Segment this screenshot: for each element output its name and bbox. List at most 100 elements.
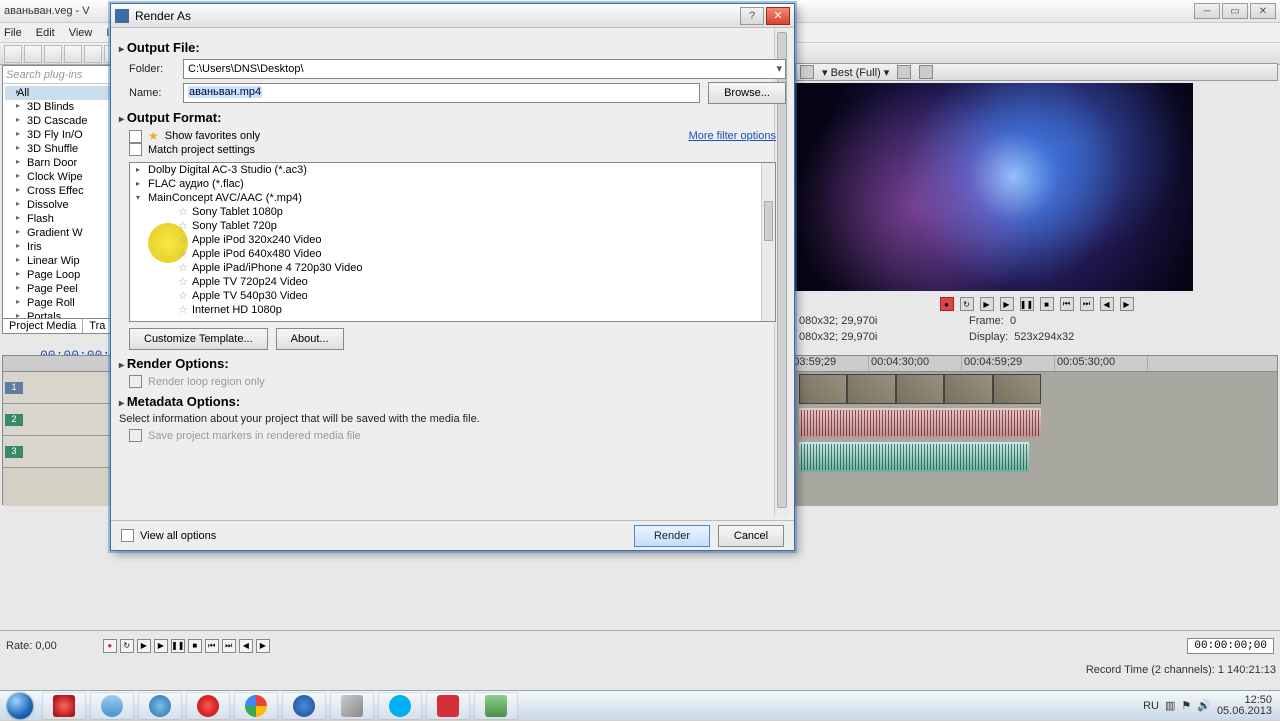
tree-item[interactable]: Gradient W [5, 226, 112, 240]
track-header-audio[interactable]: 3 [3, 436, 118, 468]
close-window-button[interactable]: ✕ [1250, 3, 1276, 19]
taskbar-app[interactable] [234, 692, 278, 720]
close-button[interactable]: ✕ [766, 7, 790, 25]
favorites-checkbox[interactable] [129, 130, 142, 143]
format-list[interactable]: Dolby Digital AC-3 Studio (*.ac3) FLAC а… [129, 162, 776, 322]
tab-transitions[interactable]: Tra [83, 319, 112, 333]
toolbar-button[interactable] [84, 45, 102, 63]
format-template[interactable]: Sony Tablet 720p [130, 219, 775, 233]
go-end-button[interactable]: ⏭ [1080, 297, 1094, 311]
taskbar-app[interactable] [138, 692, 182, 720]
taskbar-app[interactable] [378, 692, 422, 720]
format-template[interactable]: Apple TV 720p24 Video [130, 275, 775, 289]
filename-input[interactable]: аваньван.mp4 [183, 83, 700, 103]
prev-frame-button[interactable]: ◀ [239, 639, 253, 653]
play-button[interactable]: ▶ [154, 639, 168, 653]
toolbar-button[interactable] [4, 45, 22, 63]
section-metadata[interactable]: Metadata Options: [119, 394, 786, 409]
section-output-file[interactable]: Output File: [119, 40, 786, 55]
format-template[interactable]: Sony Tablet 1080p [130, 205, 775, 219]
tree-item[interactable]: Linear Wip [5, 254, 112, 268]
tray-icon[interactable]: 🔊 [1197, 699, 1211, 712]
preview-button[interactable] [800, 65, 814, 79]
tree-item[interactable]: Dissolve [5, 198, 112, 212]
more-filter-link[interactable]: More filter options [689, 130, 776, 142]
format-template[interactable]: Apple iPad/iPhone 4 720p30 Video [130, 261, 775, 275]
format-category[interactable]: MainConcept AVC/AAC (*.mp4) [130, 191, 775, 205]
tab-project-media[interactable]: Project Media [3, 319, 83, 333]
format-template[interactable]: Apple iPod 320x240 Video [130, 233, 775, 247]
search-plugins-input[interactable]: Search plug-ins [3, 66, 114, 84]
preview-quality[interactable]: Best (Full) [831, 67, 881, 79]
format-category[interactable]: Dolby Digital AC-3 Studio (*.ac3) [130, 163, 775, 177]
view-all-checkbox[interactable] [121, 529, 134, 542]
play-from-start-button[interactable]: ▶ [1000, 297, 1014, 311]
tree-item[interactable]: Iris [5, 240, 112, 254]
section-render-options[interactable]: Render Options: [119, 356, 786, 371]
play-button[interactable]: ▶ [980, 297, 994, 311]
clock[interactable]: 12:50 05.06.2013 [1217, 695, 1272, 717]
toolbar-button[interactable] [64, 45, 82, 63]
format-template[interactable]: Apple iPod 640x480 Video [130, 247, 775, 261]
language-indicator[interactable]: RU [1143, 700, 1159, 712]
toolbar-button[interactable] [24, 45, 42, 63]
about-button[interactable]: About... [276, 328, 344, 350]
tree-all[interactable]: All [5, 86, 112, 100]
prev-frame-button[interactable]: ◀ [1100, 297, 1114, 311]
go-start-button[interactable]: ⏮ [205, 639, 219, 653]
loop-button[interactable]: ↻ [120, 639, 134, 653]
toolbar-button[interactable] [44, 45, 62, 63]
tree-item[interactable]: 3D Blinds [5, 100, 112, 114]
audio-clip[interactable] [799, 408, 1041, 438]
stop-button[interactable]: ■ [1040, 297, 1054, 311]
tray-icon[interactable]: ▥ [1165, 699, 1175, 712]
pause-button[interactable]: ❚❚ [171, 639, 185, 653]
record-button[interactable]: ● [103, 639, 117, 653]
video-clip[interactable] [799, 374, 1041, 404]
dialog-title-bar[interactable]: Render As ? ✕ [111, 4, 794, 28]
match-project-checkbox[interactable] [129, 143, 142, 156]
menu-edit[interactable]: Edit [36, 27, 55, 39]
taskbar-app[interactable] [474, 692, 518, 720]
tray-icon[interactable]: ⚑ [1181, 699, 1191, 712]
tree-item[interactable]: Page Loop [5, 268, 112, 282]
taskbar-app[interactable] [330, 692, 374, 720]
help-button[interactable]: ? [740, 7, 764, 25]
start-button[interactable] [0, 691, 40, 721]
customize-template-button[interactable]: Customize Template... [129, 328, 268, 350]
preview-button[interactable] [897, 65, 911, 79]
folder-combo[interactable]: C:\Users\DNS\Desktop\ [183, 59, 786, 79]
taskbar-app[interactable] [282, 692, 326, 720]
section-output-format[interactable]: Output Format: [119, 110, 786, 125]
taskbar-app[interactable] [186, 692, 230, 720]
browse-button[interactable]: Browse... [708, 82, 786, 104]
cancel-button[interactable]: Cancel [718, 525, 784, 547]
taskbar-app[interactable] [90, 692, 134, 720]
format-template[interactable]: Internet HD 1080p [130, 303, 775, 317]
track-header-video[interactable]: 1 [3, 372, 118, 404]
taskbar-app[interactable] [42, 692, 86, 720]
tree-item[interactable]: Barn Door [5, 156, 112, 170]
record-button[interactable]: ● [940, 297, 954, 311]
maximize-button[interactable]: ▭ [1222, 3, 1248, 19]
preview-button[interactable] [919, 65, 933, 79]
tree-item[interactable]: 3D Fly In/O [5, 128, 112, 142]
taskbar-app[interactable] [426, 692, 470, 720]
next-frame-button[interactable]: ▶ [256, 639, 270, 653]
menu-view[interactable]: View [69, 27, 93, 39]
go-start-button[interactable]: ⏮ [1060, 297, 1074, 311]
audio-clip[interactable] [799, 442, 1029, 472]
go-end-button[interactable]: ⏭ [222, 639, 236, 653]
tree-item[interactable]: 3D Shuffle [5, 142, 112, 156]
tree-item[interactable]: Clock Wipe [5, 170, 112, 184]
pause-button[interactable]: ❚❚ [1020, 297, 1034, 311]
tree-item[interactable]: Cross Effec [5, 184, 112, 198]
render-button[interactable]: Render [634, 525, 710, 547]
tree-item[interactable]: 3D Cascade [5, 114, 112, 128]
minimize-button[interactable]: ─ [1194, 3, 1220, 19]
format-scrollbar[interactable] [761, 163, 775, 321]
timecode-field[interactable]: 00:00:00;00 [1187, 638, 1274, 654]
menu-file[interactable]: File [4, 27, 22, 39]
tree-item[interactable]: Page Roll [5, 296, 112, 310]
system-tray[interactable]: RU ▥ ⚑ 🔊 12:50 05.06.2013 [1143, 695, 1280, 717]
